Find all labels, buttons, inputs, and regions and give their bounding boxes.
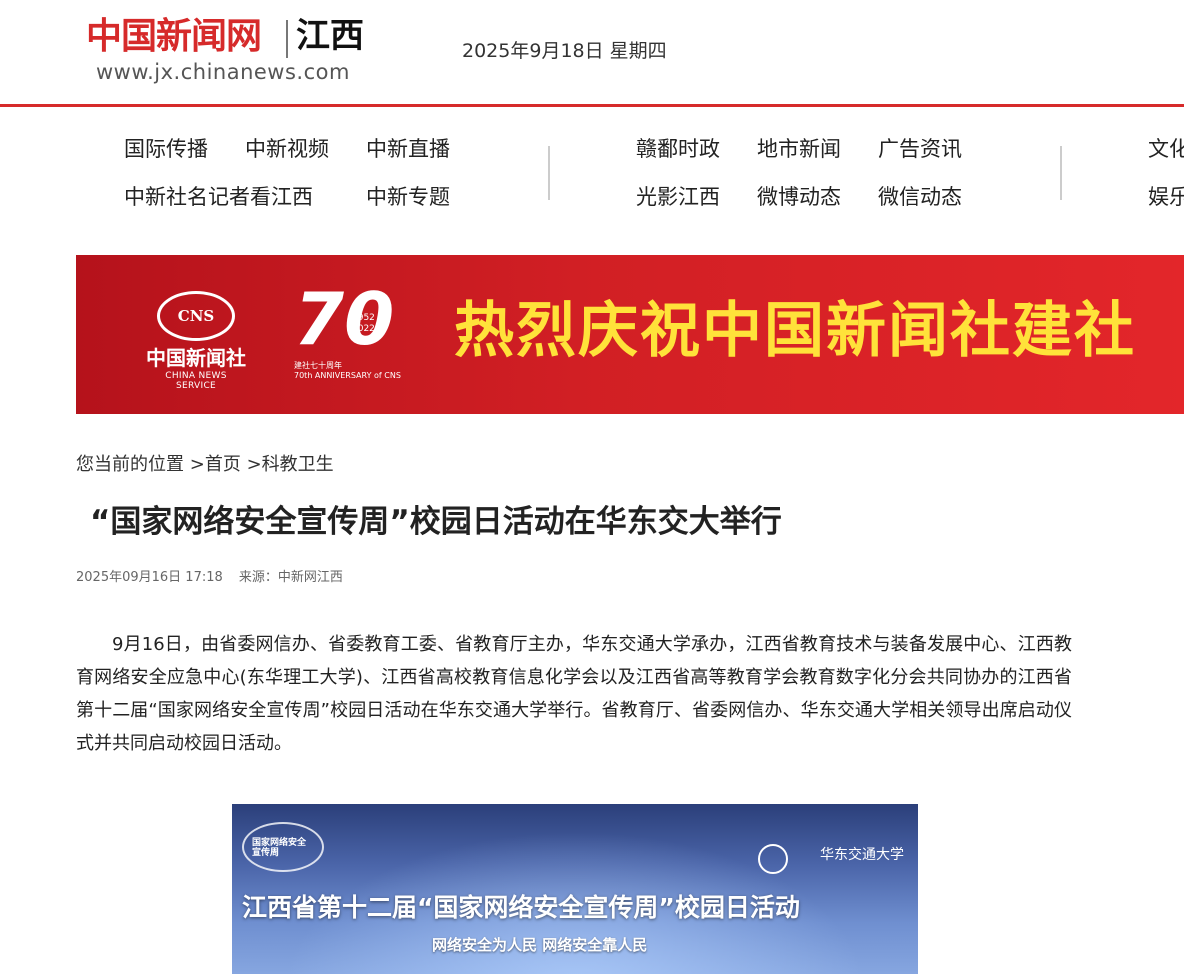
logo-divider	[286, 20, 288, 58]
cns-name-en: CHINA NEWS SERVICE	[165, 371, 227, 391]
cns-emblem-icon: CNS	[157, 291, 235, 341]
nav-item-video[interactable]: 中新视频	[245, 135, 329, 163]
current-date: 2025年9月18日 星期四	[462, 40, 667, 62]
nav-item-entertainment[interactable]: 娱乐	[1148, 183, 1184, 211]
cns-name-cn: 中国新闻社	[146, 346, 246, 370]
site-logo[interactable]: 中国新闻网 江西 www.jx.chinanews.com	[86, 14, 376, 86]
nav-divider	[1060, 146, 1062, 200]
nav-item-topics[interactable]: 中新专题	[366, 183, 450, 211]
nav-item-local-news[interactable]: 地市新闻	[757, 135, 841, 163]
anniversary-banner[interactable]: CNS 中国新闻社 CHINA NEWS SERVICE 70 1952 202…	[76, 255, 1184, 414]
nav-item-culture[interactable]: 文化	[1148, 135, 1184, 163]
photo-university-name: 华东交通大学	[820, 847, 904, 863]
anniversary-number: 70	[294, 277, 395, 361]
anniversary-subtitle: 建社七十周年 70th ANNIVERSARY of CNS	[294, 361, 401, 381]
university-emblem-icon	[758, 844, 788, 874]
nav-item-reporters[interactable]: 中新社名记者看江西	[124, 183, 313, 211]
breadcrumb-prefix: 您当前的位置	[76, 454, 184, 475]
article-datetime: 2025年09月16日 17:18	[76, 570, 223, 585]
logo-region: 江西	[296, 16, 364, 56]
nav-item-wechat[interactable]: 微信动态	[878, 183, 962, 211]
anniversary-subtitle-cn: 建社七十周年	[294, 361, 342, 370]
nav-item-ads[interactable]: 广告资讯	[878, 135, 962, 163]
logo-brand-name: 中国新闻网	[86, 15, 262, 57]
anniversary-years: 1952 2022	[352, 313, 375, 334]
breadcrumb-home[interactable]: >首页	[190, 454, 241, 475]
photo-logo-text: 国家网络安全 宣传周	[252, 838, 307, 858]
article-title: “国家网络安全宣传周”校园日活动在华东交大举行	[90, 504, 782, 540]
nav-item-weibo[interactable]: 微博动态	[757, 183, 841, 211]
anniversary-subtitle-en: 70th ANNIVERSARY of CNS	[294, 371, 401, 380]
article-body: 9月16日，由省委网信办、省委教育工委、省教育厅主办，华东交通大学承办，江西省教…	[76, 634, 1072, 754]
breadcrumb: 您当前的位置 >首页 >科教卫生	[76, 450, 334, 476]
nav-item-live[interactable]: 中新直播	[366, 135, 450, 163]
photo-slogan: 网络安全为人民 网络安全靠人民	[432, 936, 648, 954]
site-header: 中国新闻网 江西 www.jx.chinanews.com 2025年9月18日…	[0, 0, 1184, 107]
nav-item-international[interactable]: 国际传播	[124, 135, 208, 163]
article-photo: 国家网络安全 宣传周 华东交通大学 江西省第十二届“国家网络安全宣传周”校园日活…	[232, 804, 918, 974]
anniversary-70-logo: 70 1952 2022 建社七十周年 70th ANNIVERSARY of …	[294, 279, 404, 395]
article-source: 来源：中新网江西	[238, 570, 343, 585]
article-meta: 2025年09月16日 17:18 来源：中新网江西	[76, 566, 355, 585]
nav-divider	[548, 146, 550, 200]
nav-item-politics[interactable]: 赣鄱时政	[636, 135, 720, 163]
banner-title: 热烈庆祝中国新闻社建社	[454, 296, 1136, 366]
breadcrumb-section[interactable]: >科教卫生	[247, 454, 334, 475]
logo-url: www.jx.chinanews.com	[96, 60, 350, 84]
nav-item-photo[interactable]: 光影江西	[636, 183, 720, 211]
cns-logo: CNS 中国新闻社 CHINA NEWS SERVICE	[146, 291, 246, 391]
photo-headline: 江西省第十二届“国家网络安全宣传周”校园日活动	[242, 893, 800, 922]
